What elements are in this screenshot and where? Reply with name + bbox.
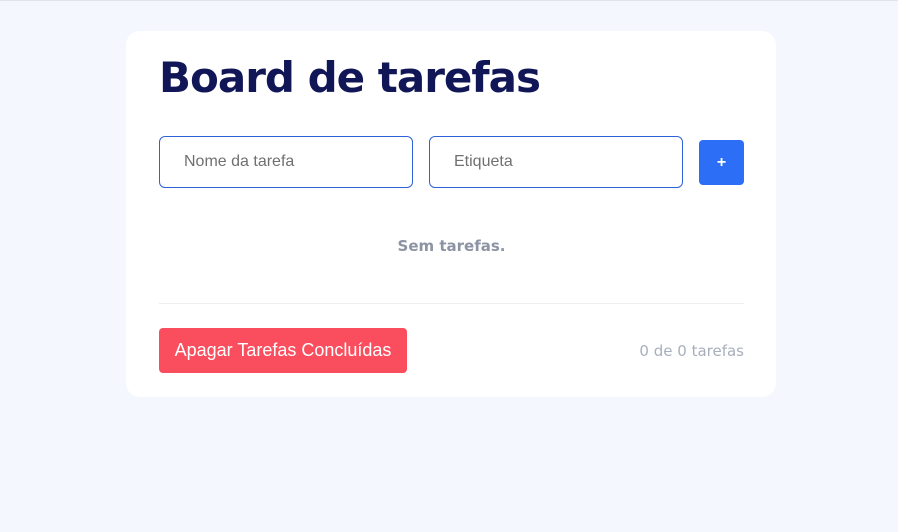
divider (159, 303, 744, 304)
clear-completed-button[interactable]: Apagar Tarefas Concluídas (159, 328, 407, 373)
task-name-input[interactable] (159, 136, 413, 188)
empty-state-message: Sem tarefas. (397, 237, 506, 255)
task-board-card: Board de tarefas + Sem tarefas. Apagar T… (126, 31, 776, 397)
page-title: Board de tarefas (159, 53, 541, 102)
tag-input[interactable] (429, 136, 683, 188)
task-counter: 0 de 0 tarefas (639, 342, 744, 360)
top-border (0, 0, 898, 1)
plus-icon: + (716, 153, 727, 171)
add-task-button[interactable]: + (699, 140, 744, 185)
